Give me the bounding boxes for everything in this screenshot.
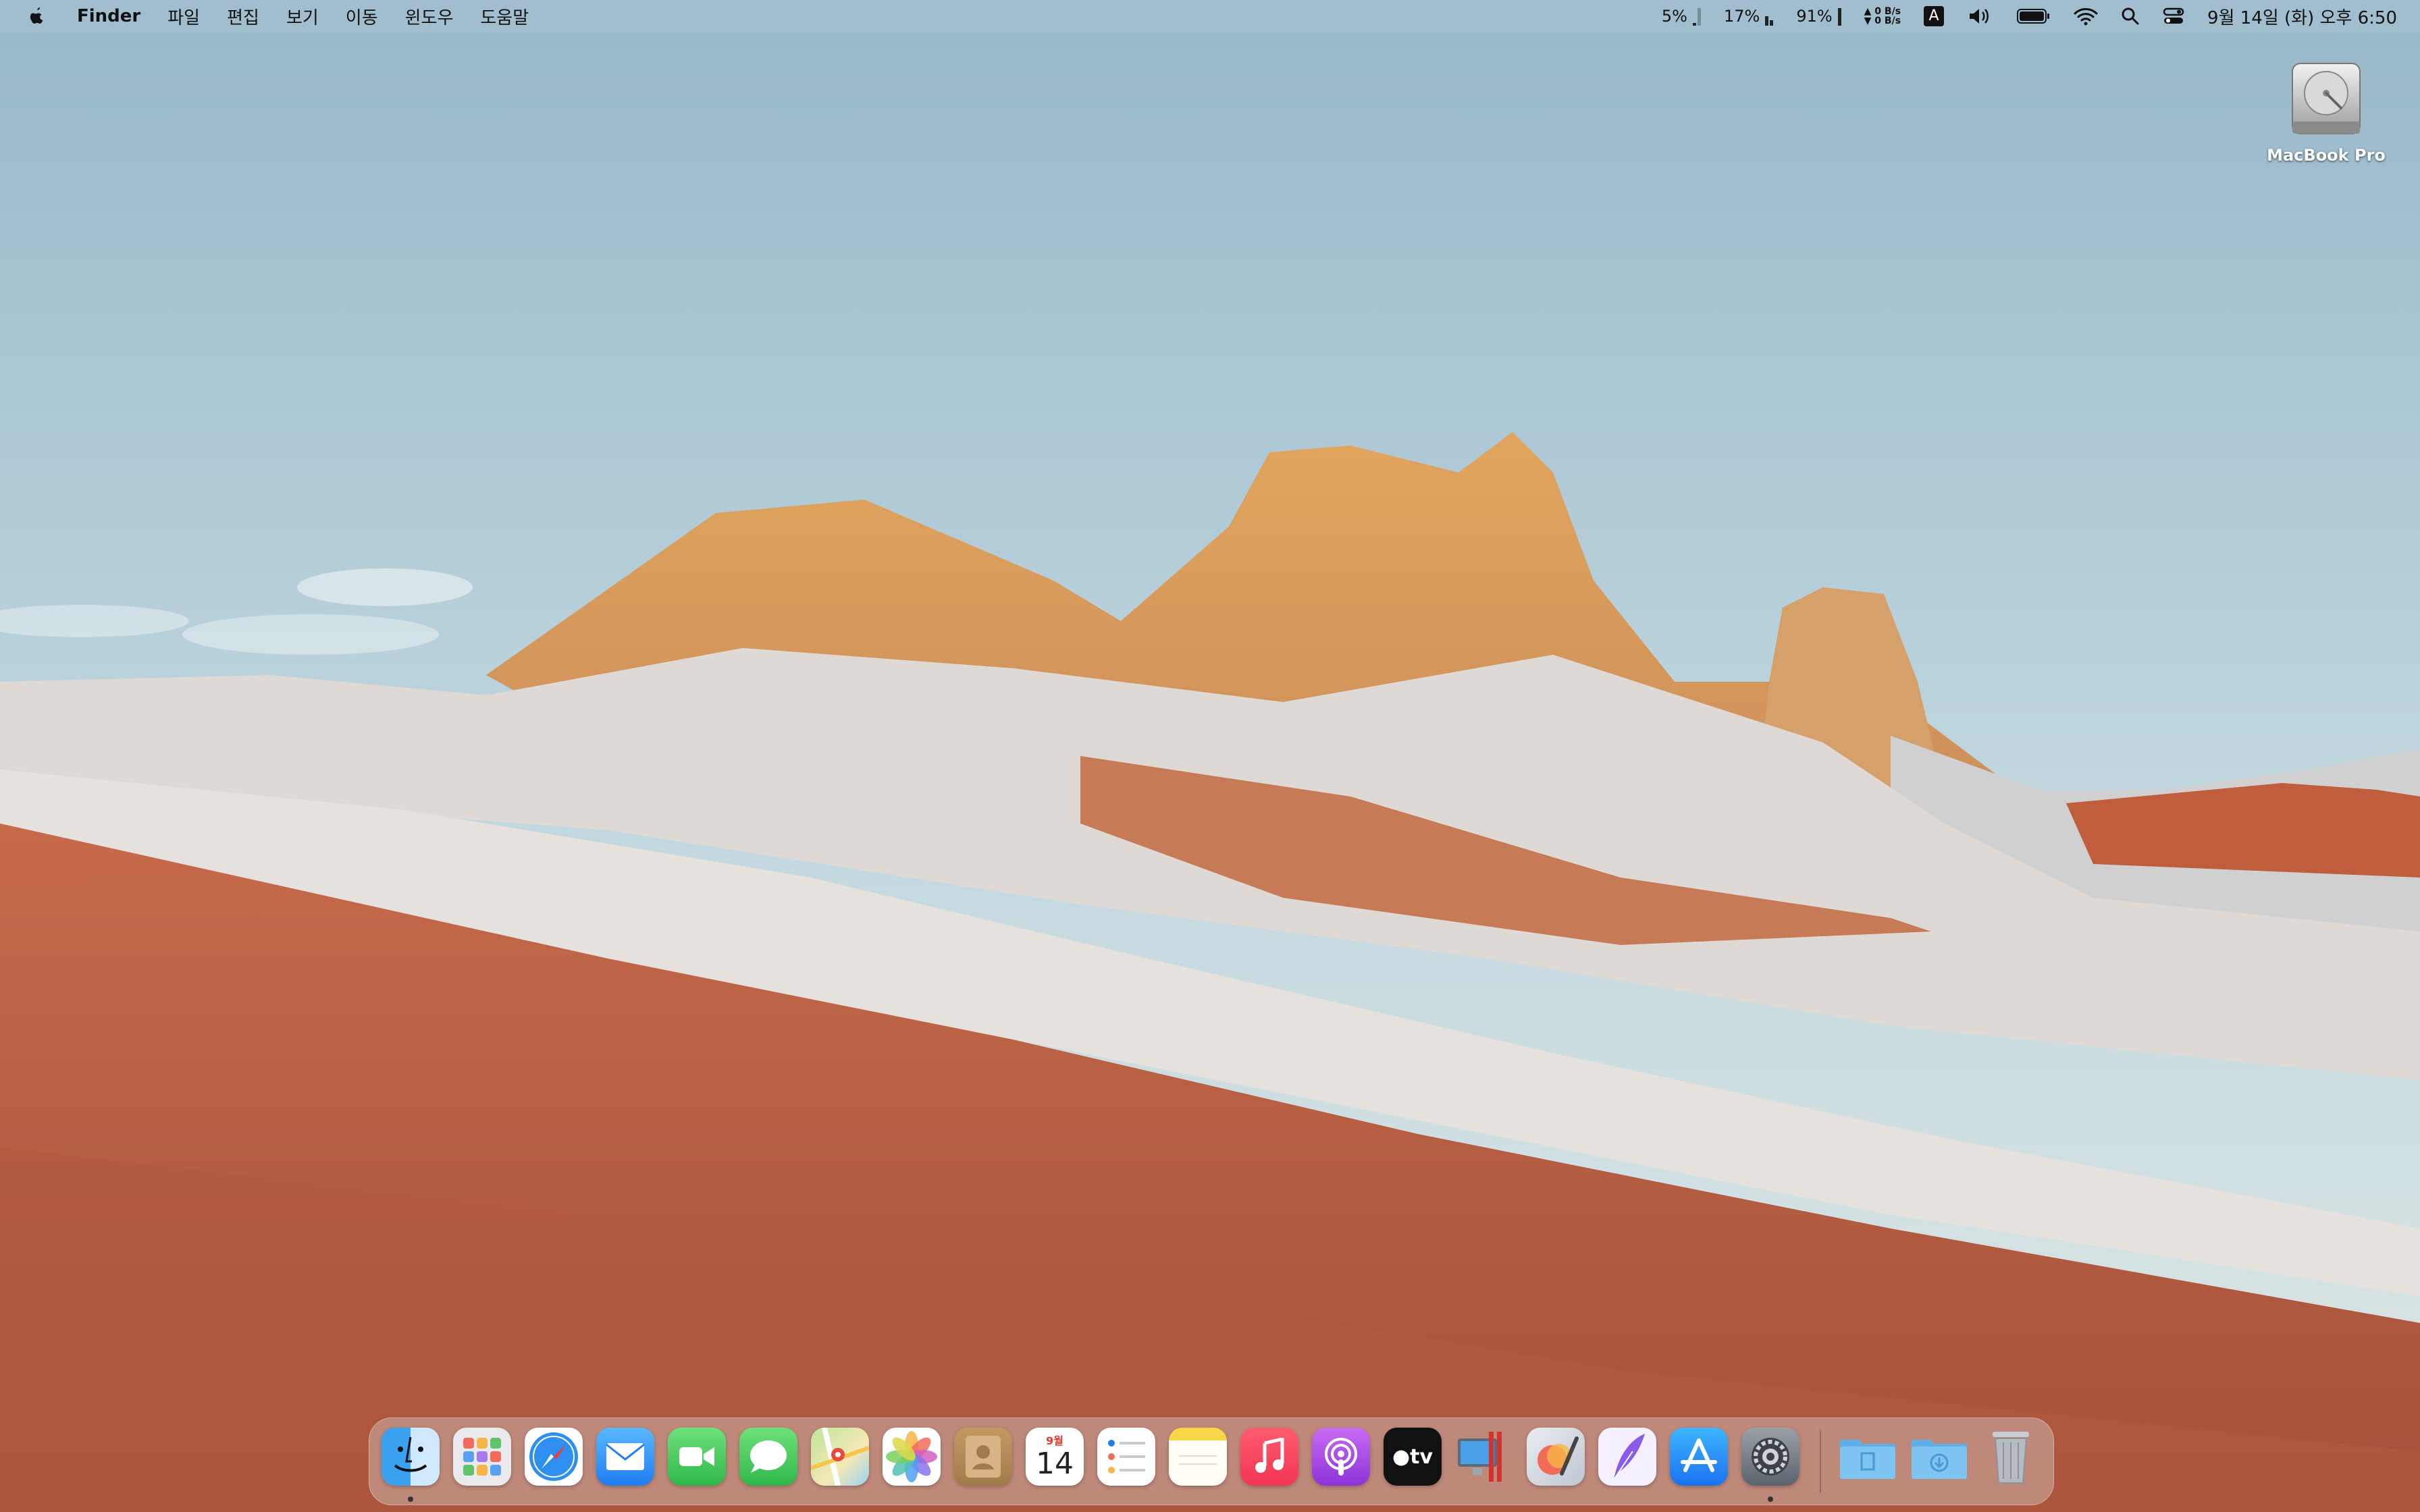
apple-tv-icon: ● (1392, 1444, 1411, 1469)
dock-downloads-folder[interactable] (1910, 1428, 1968, 1486)
dock-quill[interactable] (1598, 1428, 1656, 1486)
apple-tv-label: tv (1410, 1444, 1433, 1469)
dock-app-store[interactable] (1670, 1428, 1728, 1486)
photos-icon (886, 1431, 937, 1482)
menu-bar: Finder 파일 편집 보기 이동 윈도우 도움말 5% 17% 91% ▲ … (0, 0, 2420, 32)
app-store-icon (1681, 1438, 1717, 1472)
folder-icon (1840, 1440, 1895, 1479)
apple-menu-icon[interactable] (0, 0, 63, 32)
dock-reminders[interactable] (1097, 1428, 1155, 1486)
dock-calendar[interactable]: 9월 14 (1026, 1428, 1084, 1486)
memory-bars-icon (1765, 7, 1774, 26)
finder-running-indicator (408, 1496, 413, 1502)
calendar-month: 9월 (1046, 1434, 1063, 1447)
control-center-icon[interactable] (2163, 7, 2184, 26)
input-source-icon: A (1924, 6, 1945, 26)
wifi-icon[interactable] (2074, 7, 2098, 26)
volume-icon[interactable] (1967, 7, 1994, 26)
dock-maps[interactable] (811, 1428, 869, 1486)
dock: 9월 14 ● tv (369, 1418, 2054, 1505)
dock-facetime[interactable] (668, 1428, 726, 1486)
drive-label: MacBook Pro (2267, 146, 2386, 165)
hard-drive-icon (2292, 63, 2361, 134)
dock-apple-tv[interactable]: ● tv (1384, 1428, 1442, 1486)
dock-contacts[interactable] (954, 1428, 1012, 1486)
dock-separator (1820, 1430, 1821, 1492)
calendar-day: 14 (1036, 1447, 1074, 1481)
reminders-icon (1108, 1440, 1145, 1474)
cpu-percent: 5% (1661, 7, 1687, 26)
parallels-icon (1458, 1432, 1502, 1482)
pixelmator-icon (1537, 1436, 1579, 1476)
cpu-bars-icon (1692, 7, 1701, 26)
memory-status[interactable]: 17% (1723, 7, 1774, 26)
launchpad-icon (463, 1438, 501, 1476)
mail-icon (606, 1443, 645, 1470)
menu-view[interactable]: 보기 (273, 0, 332, 32)
dock-pixelmator[interactable] (1527, 1428, 1585, 1486)
dock-messages[interactable] (739, 1428, 797, 1486)
trash-icon (1993, 1432, 2029, 1484)
spotlight-search-icon[interactable] (2121, 7, 2140, 26)
dock-notes[interactable] (1169, 1428, 1227, 1486)
dock-music[interactable] (1240, 1428, 1298, 1486)
messages-icon (750, 1440, 787, 1473)
podcasts-icon (1325, 1438, 1357, 1476)
menu-edit[interactable]: 편집 (213, 0, 273, 32)
safari-icon (529, 1432, 578, 1481)
menu-help[interactable]: 도움말 (467, 0, 542, 32)
menu-file[interactable]: 파일 (154, 0, 213, 32)
menu-window[interactable]: 윈도우 (392, 0, 467, 32)
cpu-status[interactable]: 5% (1662, 7, 1701, 26)
dock-mail[interactable] (596, 1428, 654, 1486)
desktop-wallpaper (0, 0, 2420, 1512)
menu-go[interactable]: 이동 (332, 0, 392, 32)
battery-icon[interactable] (2017, 7, 2051, 25)
dock-launchpad[interactable] (453, 1428, 511, 1486)
download-folder-icon (1912, 1440, 1967, 1479)
disk-percent: 91% (1796, 7, 1833, 26)
disk-status[interactable]: 91% (1796, 7, 1841, 26)
dock-trash[interactable] (1982, 1428, 2040, 1486)
contacts-icon (966, 1436, 1001, 1478)
music-icon (1255, 1438, 1284, 1473)
dock-photos[interactable] (883, 1428, 941, 1486)
facetime-icon (679, 1447, 714, 1466)
dock-documents-folder[interactable] (1839, 1428, 1897, 1486)
dock-finder[interactable] (382, 1428, 440, 1486)
disk-bars-icon (1837, 7, 1841, 26)
network-status[interactable]: ▲ 0 B/s ▼ 0 B/s (1864, 7, 1901, 26)
notes-icon (1179, 1455, 1217, 1465)
dock-podcasts[interactable] (1312, 1428, 1370, 1486)
dock-parallels[interactable] (1455, 1428, 1513, 1486)
memory-percent: 17% (1723, 7, 1760, 26)
finder-icon (394, 1436, 427, 1472)
input-source-menu[interactable]: A (1924, 6, 1945, 26)
quill-icon (1613, 1434, 1645, 1480)
gear-icon (1752, 1438, 1789, 1476)
menu-clock[interactable]: 9월 14일 (화) 오후 6:50 (2207, 4, 2397, 29)
macbook-pro-drive[interactable]: MacBook Pro (2262, 58, 2390, 165)
app-menu-finder[interactable]: Finder (63, 0, 154, 32)
dock-system-preferences[interactable] (1741, 1428, 1799, 1486)
maps-icon (811, 1428, 869, 1486)
system-preferences-running-indicator (1768, 1496, 1773, 1502)
dock-safari[interactable] (525, 1428, 583, 1486)
network-download: ▼ 0 B/s (1864, 16, 1901, 26)
network-upload: ▲ 0 B/s (1864, 6, 1901, 17)
